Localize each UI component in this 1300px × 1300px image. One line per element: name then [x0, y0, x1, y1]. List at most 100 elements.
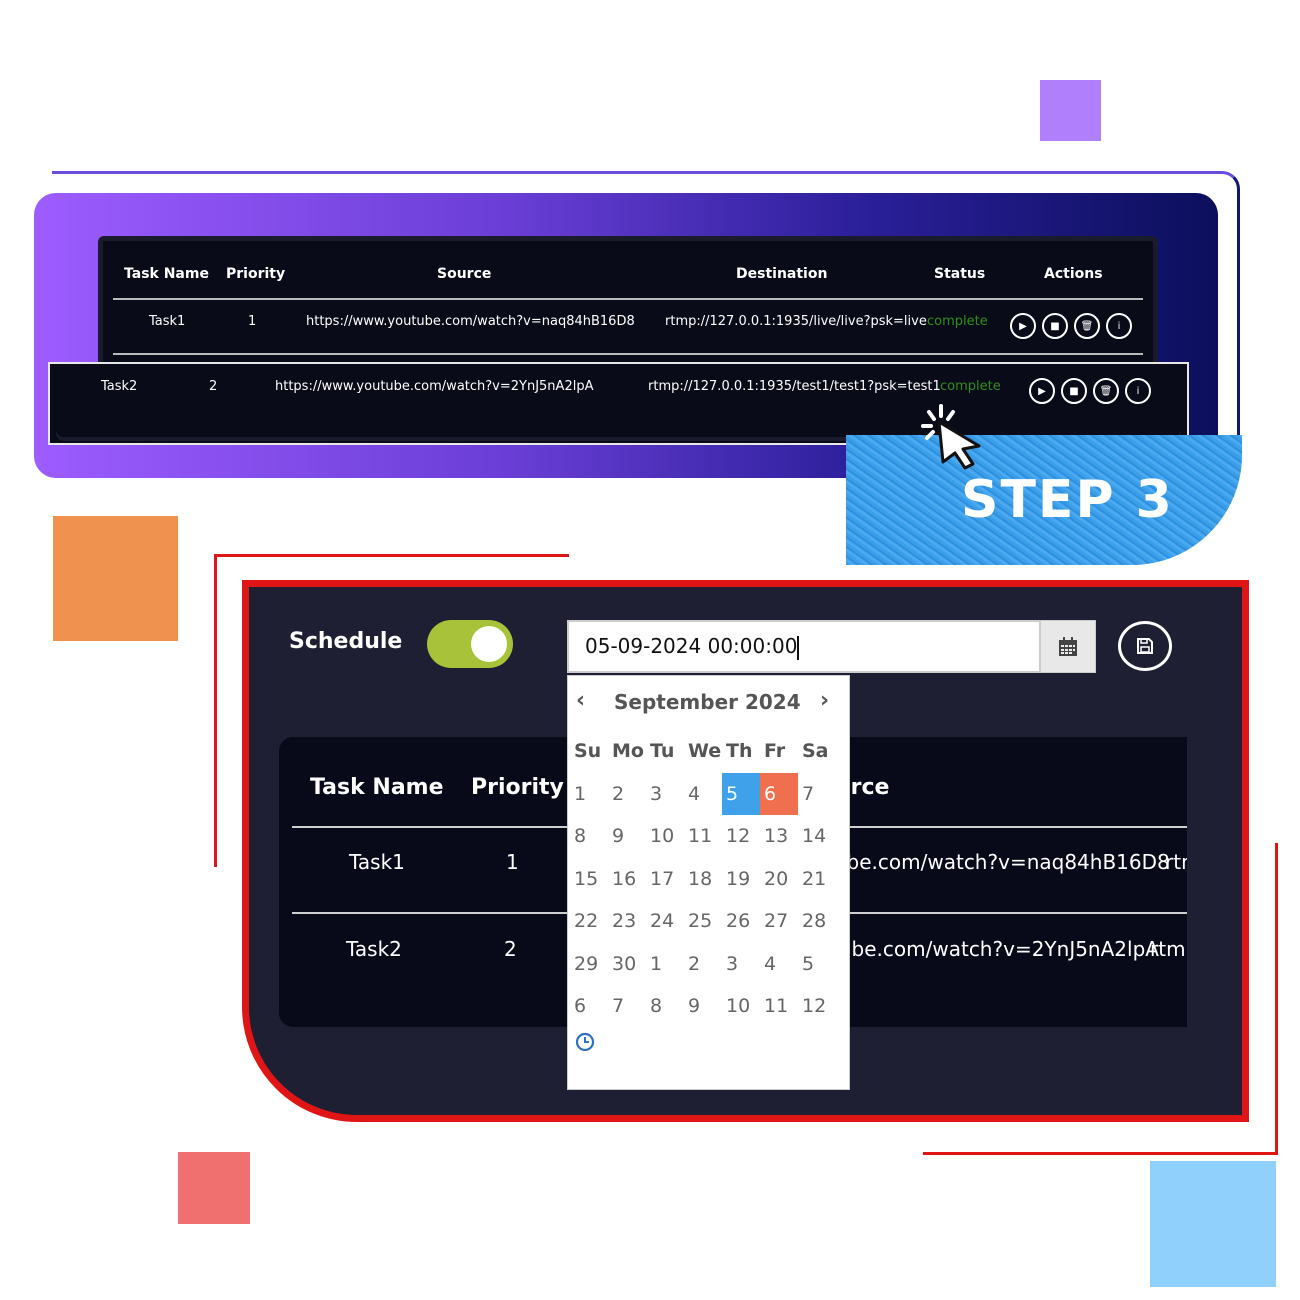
- step-banner: STEP 3: [846, 435, 1242, 565]
- calendar-day[interactable]: 3: [722, 943, 760, 986]
- weekday-header: Fr: [764, 740, 786, 763]
- row2-destination: rtmp://127.0.0.1:1935/test1/test1?psk=te…: [648, 379, 941, 394]
- header-status: Status: [934, 266, 986, 282]
- row1-name: Task1: [149, 314, 186, 329]
- save-button[interactable]: [1118, 621, 1172, 671]
- calendar-day[interactable]: 29: [570, 943, 608, 986]
- calendar-day[interactable]: 8: [646, 985, 684, 1028]
- play-icon[interactable]: ▶: [1010, 313, 1036, 339]
- calendar-day[interactable]: 12: [722, 815, 760, 858]
- calendar-day[interactable]: 7: [608, 985, 646, 1028]
- weekday-header: Su: [574, 740, 602, 763]
- row2-actions: ▶ ■ 🗑 i: [1029, 378, 1151, 404]
- datepicker-popup: ‹ September 2024 › Su Mo Tu We Th Fr Sa 1 2 3 4 5 6 7…: [567, 675, 850, 1090]
- calendar-day[interactable]: 28: [798, 900, 836, 943]
- info-icon[interactable]: i: [1125, 378, 1151, 404]
- calendar-day[interactable]: 9: [608, 815, 646, 858]
- calendar-day[interactable]: 16: [608, 858, 646, 901]
- calendar-day[interactable]: 2: [684, 943, 722, 986]
- datetime-input[interactable]: 05-09-2024 00:00:00: [567, 620, 1041, 673]
- calendar-day[interactable]: 6: [570, 985, 608, 1028]
- info-icon[interactable]: i: [1106, 313, 1132, 339]
- calendar-day-selected[interactable]: 5: [722, 772, 760, 815]
- schedule-label: Schedule: [289, 629, 403, 654]
- trash-icon[interactable]: 🗑: [1074, 313, 1100, 339]
- month-label: September 2024: [614, 690, 801, 714]
- calendar-day[interactable]: 13: [760, 815, 798, 858]
- row1-status: complete: [927, 314, 988, 329]
- calendar-day[interactable]: 1: [570, 773, 608, 816]
- task2-row-highlighted[interactable]: [48, 362, 1189, 445]
- calendar-day[interactable]: 23: [608, 900, 646, 943]
- header-task-name: Task Name: [124, 266, 209, 282]
- row1-source: https://www.youtube.com/watch?v=naq84hB1…: [306, 314, 635, 329]
- row2-name: Task2: [346, 937, 402, 961]
- calendar-day[interactable]: 9: [684, 985, 722, 1028]
- calendar-day[interactable]: 19: [722, 858, 760, 901]
- decor-orange-square: [53, 516, 178, 641]
- calendar-day[interactable]: 24: [646, 900, 684, 943]
- calendar-day[interactable]: 25: [684, 900, 722, 943]
- row1-destination: rtmp://127.0.0.1:1935/live/live?psk=live: [665, 314, 927, 329]
- row2-priority: 2: [209, 379, 218, 394]
- calendar-day-today[interactable]: 6: [760, 772, 798, 815]
- decor-purple-square: [1040, 80, 1101, 141]
- task-table-panel: [98, 236, 1158, 366]
- calendar-day[interactable]: 10: [646, 815, 684, 858]
- decor-coral-square: [178, 1152, 250, 1224]
- decor-blue-square: [1150, 1161, 1276, 1287]
- calendar-day[interactable]: 26: [722, 900, 760, 943]
- row2-status: complete: [940, 379, 1001, 394]
- row2-name: Task2: [101, 379, 138, 394]
- save-icon: [1137, 638, 1153, 654]
- calendar-day[interactable]: 17: [646, 858, 684, 901]
- stop-icon[interactable]: ■: [1042, 313, 1068, 339]
- calendar-day[interactable]: 8: [570, 815, 608, 858]
- calendar-day[interactable]: 3: [646, 773, 684, 816]
- header-destination: Destination: [736, 266, 828, 282]
- weekday-header: Tu: [650, 740, 675, 763]
- header-task-name: Task Name: [310, 775, 444, 800]
- calendar-day[interactable]: 30: [608, 943, 646, 986]
- calendar-day[interactable]: 12: [798, 985, 836, 1028]
- calendar-day[interactable]: 4: [684, 773, 722, 816]
- calendar-grid: Su Mo Tu We Th Fr Sa 1 2 3 4 5 6 7 8 9 10 11 12 13 14 15 16 17 1…: [570, 730, 840, 1028]
- weekday-header: Mo: [612, 740, 644, 763]
- weekday-header: We: [688, 740, 722, 763]
- calendar-day[interactable]: 20: [760, 858, 798, 901]
- clock-icon[interactable]: [575, 1032, 595, 1052]
- trash-icon[interactable]: 🗑: [1093, 378, 1119, 404]
- weekday-header: Th: [726, 740, 753, 763]
- datetime-value: 05-09-2024 00:00:00: [585, 634, 798, 658]
- header-actions: Actions: [1044, 266, 1103, 282]
- row2-source: https://www.youtube.com/watch?v=2YnJ5nA2…: [275, 379, 594, 394]
- calendar-day[interactable]: 10: [722, 985, 760, 1028]
- calendar-day[interactable]: 1: [646, 943, 684, 986]
- calendar-day[interactable]: 7: [798, 773, 836, 816]
- calendar-day[interactable]: 21: [798, 858, 836, 901]
- next-month-icon[interactable]: ›: [820, 688, 829, 713]
- calendar-day[interactable]: 18: [684, 858, 722, 901]
- stop-icon[interactable]: ■: [1061, 378, 1087, 404]
- calendar-day[interactable]: 11: [760, 985, 798, 1028]
- calendar-day[interactable]: 11: [684, 815, 722, 858]
- calendar-day[interactable]: 5: [798, 943, 836, 986]
- calendar-day[interactable]: 14: [798, 815, 836, 858]
- calendar-day[interactable]: 15: [570, 858, 608, 901]
- row1-priority: 1: [248, 314, 257, 329]
- row2-priority: 2: [504, 937, 517, 961]
- header-priority: Priority: [471, 775, 564, 800]
- schedule-toggle[interactable]: [427, 620, 513, 668]
- calendar-day[interactable]: 27: [760, 900, 798, 943]
- step-label: STEP 3: [961, 470, 1174, 530]
- weekday-header: Sa: [802, 740, 829, 763]
- calendar-button[interactable]: [1040, 620, 1096, 673]
- header-priority: Priority: [226, 266, 286, 282]
- play-icon[interactable]: ▶: [1029, 378, 1055, 404]
- calendar-day[interactable]: 22: [570, 900, 608, 943]
- row1-priority: 1: [506, 850, 519, 874]
- prev-month-icon[interactable]: ‹: [576, 688, 585, 713]
- cursor-click-icon: [921, 404, 981, 470]
- calendar-day[interactable]: 2: [608, 773, 646, 816]
- calendar-day[interactable]: 4: [760, 943, 798, 986]
